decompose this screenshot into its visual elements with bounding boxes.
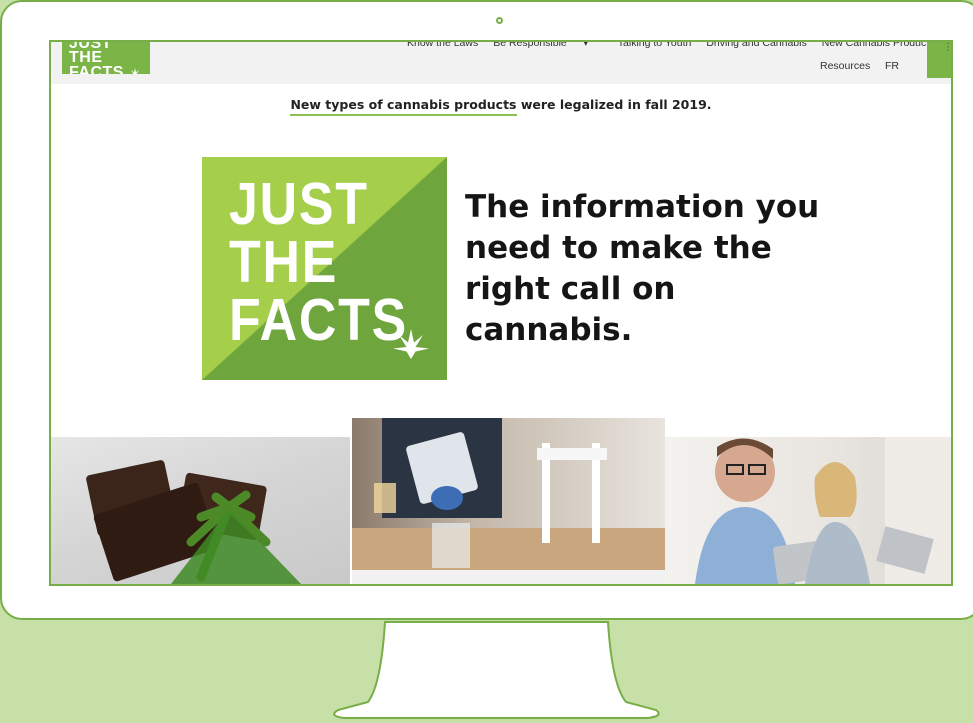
- announcement-banner: New types of cannabis products were lega…: [51, 97, 951, 116]
- nav-item-know-the-laws[interactable]: Know the Laws: [407, 42, 478, 49]
- hero-logo-line-3: FACTS: [229, 287, 408, 353]
- nav-item-talking-to-youth[interactable]: Talking to Youth: [618, 42, 692, 49]
- office-coffee-photo: [352, 418, 665, 570]
- hero-headline: The information you need to make the rig…: [465, 189, 820, 348]
- hero-logo-line-2: THE: [229, 229, 339, 295]
- site-nav: JUST THE FACTS Know the Laws Be Responsib…: [51, 42, 951, 84]
- nav-menu-row: Know the Laws Be Responsible ▾ Talking to Y…: [407, 40, 949, 49]
- website-screen: JUST THE FACTS Know the Laws Be Responsib…: [49, 40, 953, 586]
- menu-icon[interactable]: [927, 42, 951, 78]
- chocolate-cannabis-photo: [51, 437, 350, 584]
- banner-text: were legalized in fall 2019.: [516, 97, 712, 112]
- language-toggle[interactable]: FR: [885, 60, 899, 72]
- cannabis-leaf-icon: [393, 329, 429, 359]
- nav-item-new-cannabis-products[interactable]: New Cannabis Products: [822, 42, 935, 49]
- nav-item-resources[interactable]: Resources: [820, 60, 870, 72]
- banner-link[interactable]: New types of cannabis products: [290, 97, 517, 116]
- camera-icon: [496, 17, 503, 24]
- site-logo[interactable]: JUST THE FACTS: [62, 42, 150, 74]
- logo-line-2: FACTS: [69, 64, 124, 75]
- nav-item-be-responsible[interactable]: Be Responsible: [493, 42, 567, 49]
- people-tablet-photo: [665, 437, 951, 584]
- nav-item-driving-and-cannabis[interactable]: Driving and Cannabis: [706, 42, 806, 49]
- photo-caption-bar: [352, 570, 665, 584]
- hero-logo-line-1: JUST: [229, 171, 369, 237]
- cannabis-leaf-icon: [130, 68, 139, 74]
- caret-down-icon: ▾: [583, 40, 588, 48]
- hero-logo: JUST THE FACTS: [202, 157, 447, 380]
- logo-line-1: JUST THE: [69, 42, 112, 66]
